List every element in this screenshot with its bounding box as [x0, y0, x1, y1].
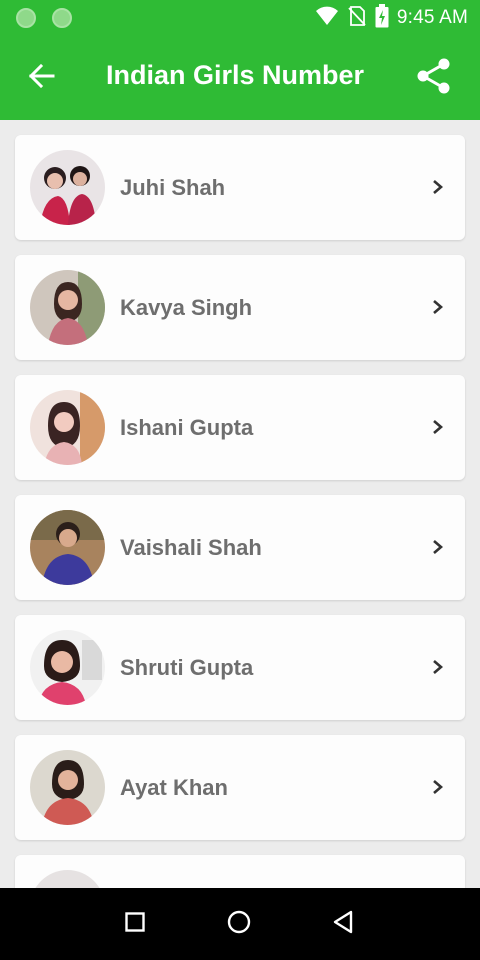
avatar — [30, 870, 105, 888]
contact-card[interactable] — [15, 855, 465, 888]
contact-card[interactable]: Ayat Khan — [15, 735, 465, 840]
avatar — [30, 150, 105, 225]
home-button[interactable] — [219, 904, 259, 944]
chevron-right-icon — [429, 415, 447, 439]
recents-square-icon — [125, 911, 145, 937]
chevron-right-icon — [429, 295, 447, 319]
avatar — [30, 510, 105, 585]
recents-button[interactable] — [115, 904, 155, 944]
contact-name: Vaishali Shah — [120, 535, 262, 560]
contact-card[interactable]: Vaishali Shah — [15, 495, 465, 600]
avatar — [30, 750, 105, 825]
system-nav-bar — [0, 888, 480, 960]
contact-name: Kavya Singh — [120, 295, 253, 320]
avatar — [30, 270, 105, 345]
notification-dot-icon — [52, 8, 72, 28]
no-sim-icon — [347, 5, 367, 32]
wifi-icon — [315, 5, 339, 32]
battery-charging-icon — [375, 3, 389, 33]
contact-name: Ayat Khan — [120, 775, 228, 800]
chevron-right-icon — [429, 655, 447, 679]
contact-card[interactable]: Juhi Shah — [15, 135, 465, 240]
contact-card[interactable]: Ishani Gupta — [15, 375, 465, 480]
status-time: 9:45 AM — [396, 7, 468, 28]
chevron-right-icon — [429, 775, 447, 799]
avatar — [30, 630, 105, 705]
share-icon — [417, 58, 451, 99]
share-button[interactable] — [412, 56, 456, 100]
back-triangle-icon — [332, 910, 354, 939]
arrow-back-icon — [28, 63, 55, 93]
page-title: Indian Girls Number — [106, 60, 365, 90]
contact-name: Ishani Gupta — [120, 415, 254, 440]
contact-name: Juhi Shah — [120, 175, 226, 200]
contact-card[interactable]: Shruti Gupta — [15, 615, 465, 720]
notification-dot-icon — [16, 8, 36, 28]
home-circle-icon — [227, 910, 251, 939]
chevron-right-icon — [429, 175, 447, 199]
contact-name: Shruti Gupta — [120, 655, 254, 680]
avatar — [30, 390, 105, 465]
back-button[interactable] — [22, 58, 62, 98]
contact-card[interactable]: Kavya Singh — [15, 255, 465, 360]
back-nav-button[interactable] — [323, 904, 363, 944]
app-bar: Indian Girls Number — [0, 36, 480, 120]
chevron-right-icon — [429, 535, 447, 559]
contact-list[interactable]: Juhi Shah Kavya Singh Ishani Gupta Vaish… — [0, 120, 480, 888]
status-bar: 9:45 AM — [0, 0, 480, 36]
